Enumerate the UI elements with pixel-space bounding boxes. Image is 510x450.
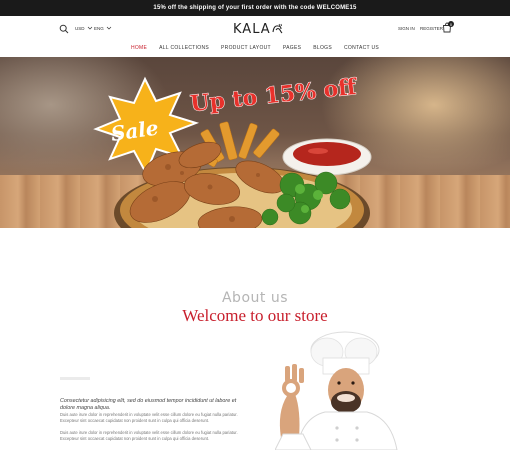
currency-select[interactable]: USD bbox=[75, 25, 93, 31]
register-link[interactable]: REGISTER bbox=[420, 26, 443, 31]
logo-mark-icon bbox=[272, 23, 283, 34]
announcement-text: 15% off the shipping of your first order… bbox=[153, 5, 357, 11]
logo-text: KALA bbox=[233, 21, 271, 37]
currency-label: USD bbox=[75, 25, 85, 31]
site-logo[interactable]: KALA bbox=[233, 20, 283, 38]
nav-contact-us[interactable]: CONTACT US bbox=[344, 45, 379, 51]
search-icon[interactable] bbox=[59, 24, 69, 34]
chef-image bbox=[275, 331, 398, 450]
main-nav: HOME ALL COLLECTIONS PRODUCT LAYOUT PAGE… bbox=[0, 42, 510, 54]
nav-product-layout[interactable]: PRODUCT LAYOUT bbox=[221, 45, 271, 51]
hero-banner[interactable]: Sale Up to 15% off bbox=[0, 57, 510, 228]
hero-illustration: Sale Up to 15% off bbox=[93, 73, 372, 228]
chevron-down-icon bbox=[87, 26, 92, 30]
nav-blogs[interactable]: BLOGS bbox=[313, 45, 332, 51]
about-paragraph: Duis aute irure dolor in reprehenderit i… bbox=[60, 430, 238, 441]
language-label: ENG bbox=[94, 25, 104, 31]
site-header: USD ENG KALA SIGN IN REGISTER 0 bbox=[0, 16, 510, 42]
nav-home[interactable]: HOME bbox=[131, 45, 147, 51]
promo-headline: Up to 15% off bbox=[189, 74, 359, 117]
cart-count-badge: 0 bbox=[448, 21, 454, 27]
chevron-down-icon bbox=[106, 26, 112, 30]
announcement-bar: 15% off the shipping of your first order… bbox=[0, 0, 510, 16]
welcome-heading: Welcome to our store bbox=[182, 306, 328, 325]
nav-pages[interactable]: PAGES bbox=[283, 45, 301, 51]
section-label-placeholder bbox=[60, 377, 90, 380]
language-select[interactable]: ENG bbox=[94, 25, 112, 31]
sign-in-link[interactable]: SIGN IN bbox=[398, 26, 415, 31]
nav-all-collections[interactable]: ALL COLLECTIONS bbox=[159, 45, 209, 51]
about-lead-text: Consectetur adipisicing elit, sed do eiu… bbox=[60, 398, 237, 411]
about-paragraph: Duis aute irure dolor in reprehenderit i… bbox=[60, 412, 238, 423]
about-heading: About us bbox=[221, 290, 288, 306]
